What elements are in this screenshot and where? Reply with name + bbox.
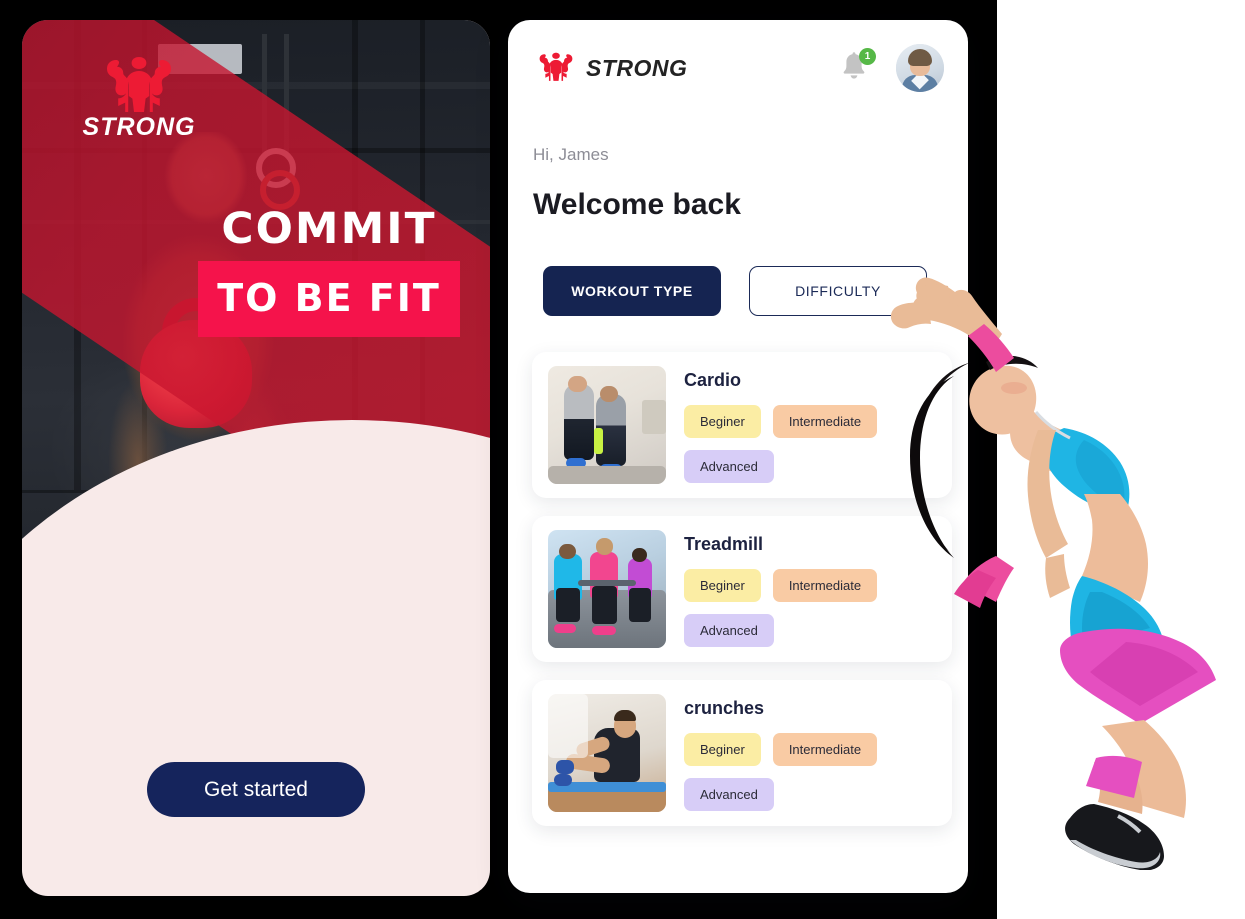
workout-thumbnail [548,530,666,648]
bell-icon [840,52,868,85]
tag-beginner[interactable]: Beginer [684,405,761,438]
hero-headline-line1: COMMIT [221,204,437,254]
workout-name: crunches [684,698,765,718]
strong-bodybuilder-logo-icon [80,54,198,117]
workout-card[interactable]: Treadmill Beginer Intermediate Advanced [532,516,952,662]
tag-beginner[interactable]: Beginer [684,733,761,766]
workout-card[interactable]: Cardio Beginer Intermediate Advanced [532,352,952,498]
difficulty-tag-row: Beginer Intermediate Advanced [684,569,936,647]
header-actions: 1 [840,44,944,92]
page-title: Welcome back [533,188,741,221]
hero-headline-banner: TO BE FIT [198,261,460,337]
difficulty-tag-row: Beginer Intermediate Advanced [684,733,936,811]
workout-thumbnail [548,694,666,812]
get-started-wrap: Get started [22,762,490,817]
workout-name: Cardio [684,370,742,390]
workout-card-body: crunches Beginer Intermediate Advanced [684,694,936,812]
greeting-text: Hi, James [533,145,609,164]
hero-headline-line2: TO BE FIT [217,276,441,320]
onboarding-logo-text: STRONG [82,113,196,141]
tag-beginner[interactable]: Beginer [684,569,761,602]
workout-card[interactable]: crunches Beginer Intermediate Advanced [532,680,952,826]
app-header: STRONG 1 [508,20,968,116]
get-started-button[interactable]: Get started [147,762,365,817]
avatar[interactable] [896,44,944,92]
onboarding-panel: STRONG COMMIT TO BE FIT Get started [22,20,490,896]
onboarding-logo: STRONG [80,54,198,142]
workout-name: Treadmill [684,534,764,554]
dashboard-panel: STRONG 1 Hi, James Welcome back WORKOUT … [508,20,968,893]
hero-headline: COMMIT TO BE FIT [198,208,460,337]
workout-card-body: Cardio Beginer Intermediate Advanced [684,366,936,484]
workout-card-body: Treadmill Beginer Intermediate Advanced [684,530,936,648]
tag-advanced[interactable]: Advanced [684,778,774,811]
tag-advanced[interactable]: Advanced [684,614,774,647]
app-brand: STRONG [534,46,687,91]
strong-bodybuilder-logo-icon [534,46,578,91]
notification-badge: 1 [859,48,876,65]
tag-intermediate[interactable]: Intermediate [772,405,878,438]
notification-bell-button[interactable]: 1 [840,48,876,85]
filter-difficulty-button[interactable]: DIFFICULTY [749,266,927,316]
workout-card-list: Cardio Beginer Intermediate Advanced Tre… [532,352,952,826]
tag-advanced[interactable]: Advanced [684,450,774,483]
workout-thumbnail [548,366,666,484]
tag-intermediate[interactable]: Intermediate [772,733,878,766]
screenshot-root: STRONG COMMIT TO BE FIT Get started STRO… [0,0,1245,919]
difficulty-tag-row: Beginer Intermediate Advanced [684,405,936,483]
tag-intermediate[interactable]: Intermediate [772,569,878,602]
filter-row: WORKOUT TYPE DIFFICULTY [543,266,927,316]
app-brand-text: STRONG [586,54,688,81]
filter-workout-type-button[interactable]: WORKOUT TYPE [543,266,721,316]
greeting-row: Hi, James [533,145,609,165]
